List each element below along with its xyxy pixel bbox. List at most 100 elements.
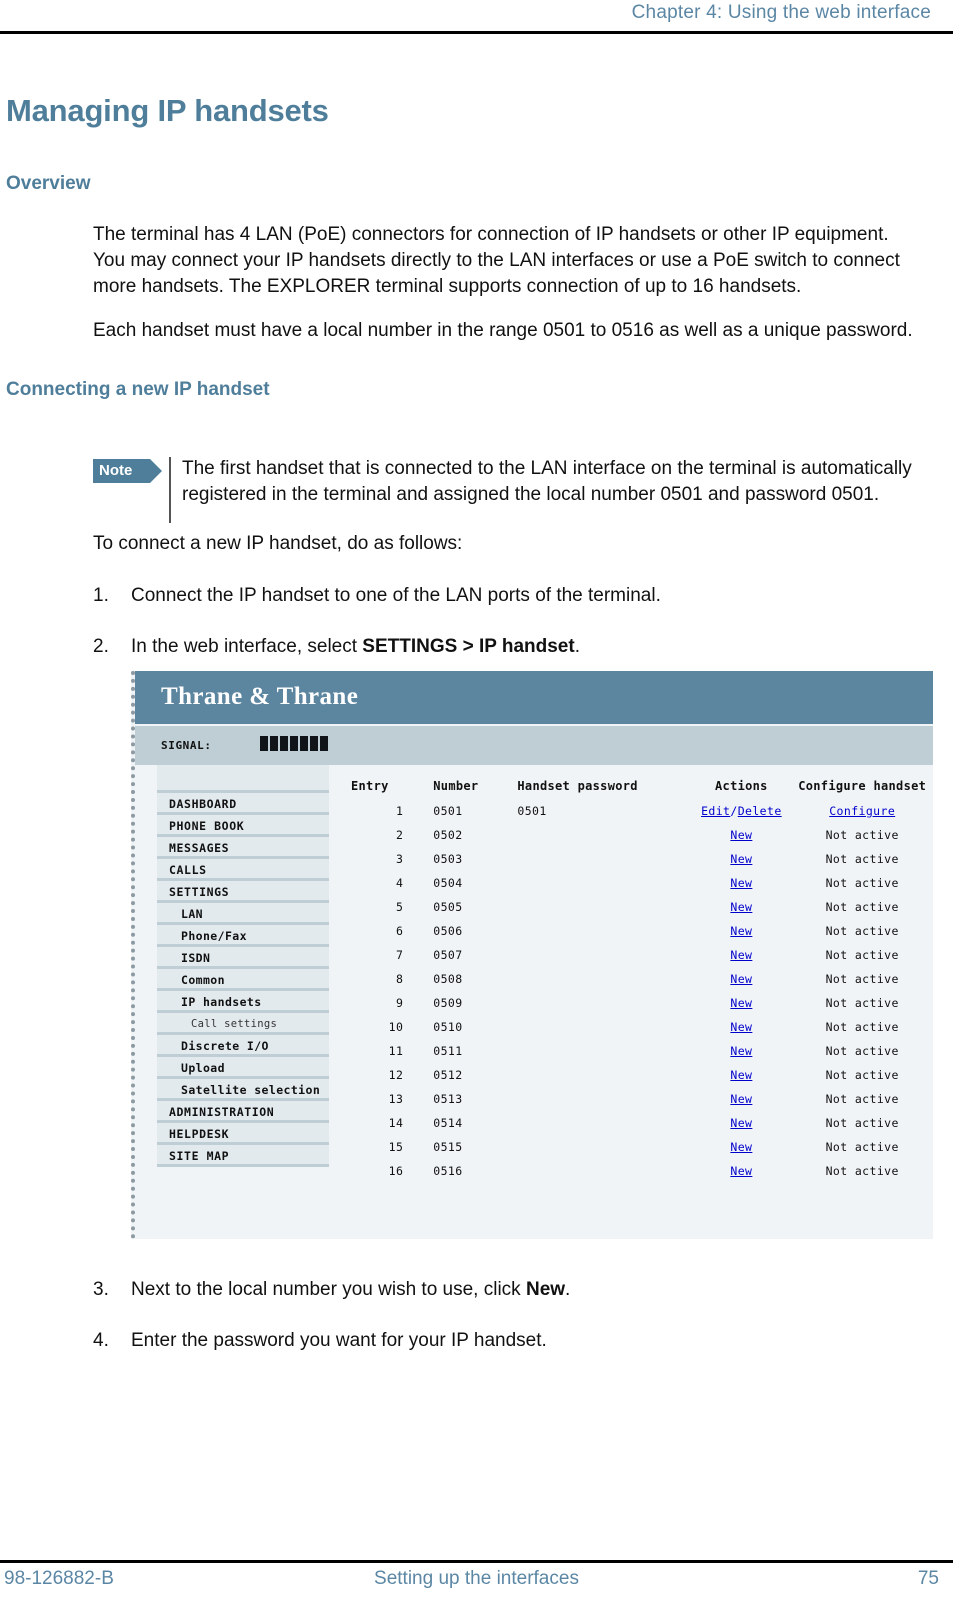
- webui-menu-item-administration[interactable]: ADMINISTRATION: [157, 1101, 329, 1123]
- action-link-new[interactable]: New: [730, 1116, 752, 1130]
- webui-menu-item-helpdesk[interactable]: HELPDESK: [157, 1123, 329, 1145]
- table-header-row: Entry Number Handset password Actions Co…: [347, 765, 927, 799]
- webui-menu-item-settings[interactable]: SETTINGS: [157, 881, 329, 903]
- webui-menu-item-phone-book[interactable]: PHONE BOOK: [157, 815, 329, 837]
- cell-configure-handset: Not active: [797, 1111, 927, 1135]
- cell-configure-handset: Not active: [797, 871, 927, 895]
- cell-entry: 8: [395, 972, 404, 986]
- signal-strength-icon: [260, 736, 328, 751]
- action-link-new[interactable]: New: [730, 876, 752, 890]
- cell-actions: New: [685, 943, 797, 967]
- webui-menu-item-site-map[interactable]: SITE MAP: [157, 1145, 329, 1167]
- cell-number: 0512: [433, 1068, 463, 1082]
- column-header-entry: Entry: [351, 779, 389, 793]
- table-row: 10 0510 New Not active: [347, 1015, 927, 1039]
- cell-actions: New: [685, 823, 797, 847]
- action-link-new[interactable]: New: [730, 1068, 752, 1082]
- action-link-new[interactable]: New: [730, 900, 752, 914]
- cell-actions: Edit/Delete: [685, 799, 797, 823]
- cell-configure-handset: Not active: [797, 1063, 927, 1087]
- webui-menu-item-dashboard[interactable]: DASHBOARD: [157, 793, 329, 815]
- configure-status-text: Not active: [825, 1140, 899, 1154]
- cell-entry: 1: [395, 804, 404, 818]
- action-link-new[interactable]: New: [730, 924, 752, 938]
- cell-handset-password: [517, 823, 685, 847]
- cell-number: 0511: [433, 1044, 463, 1058]
- step-text: In the web interface, select SETTINGS > …: [131, 634, 923, 660]
- configure-status-text: Not active: [825, 900, 899, 914]
- action-link-new[interactable]: New: [730, 1140, 752, 1154]
- column-header-number: Number: [433, 779, 479, 793]
- webui-menu-item-satellite-selection[interactable]: Satellite selection: [157, 1079, 329, 1101]
- cell-actions: New: [685, 871, 797, 895]
- cell-handset-password: [517, 1087, 685, 1111]
- cell-configure-handset: Not active: [797, 1039, 927, 1063]
- configure-link[interactable]: Configure: [829, 804, 895, 818]
- cell-actions: New: [685, 967, 797, 991]
- cell-actions: New: [685, 1039, 797, 1063]
- cell-configure-handset: Not active: [797, 895, 927, 919]
- action-link-new[interactable]: New: [730, 996, 752, 1010]
- cell-number: 0507: [433, 948, 463, 962]
- signal-bar-segment: [310, 736, 318, 751]
- webui-brand-bar: Thrane & Thrane: [135, 671, 933, 724]
- webui-menu-item-lan[interactable]: LAN: [157, 903, 329, 925]
- header-divider: [0, 31, 953, 34]
- webui-menu-item-discrete-i-o[interactable]: Discrete I/O: [157, 1035, 329, 1057]
- webui-menu-item-common[interactable]: Common: [157, 969, 329, 991]
- action-link-delete[interactable]: Delete: [738, 804, 782, 818]
- configure-status-text: Not active: [825, 1116, 899, 1130]
- webui-menu-item-messages[interactable]: MESSAGES: [157, 837, 329, 859]
- signal-bar-segment: [280, 736, 288, 751]
- configure-status-text: Not active: [825, 948, 899, 962]
- section-heading-overview: Overview: [6, 173, 91, 194]
- action-link-new[interactable]: New: [730, 828, 752, 842]
- cell-configure-handset: Not active: [797, 967, 927, 991]
- cell-entry: 6: [395, 924, 404, 938]
- configure-status-text: Not active: [825, 852, 899, 866]
- webui-menu-item-isdn[interactable]: ISDN: [157, 947, 329, 969]
- page-header: Chapter 4: Using the web interface: [0, 0, 953, 34]
- column-header-configure: Configure handset: [798, 779, 927, 793]
- cell-handset-password: [517, 847, 685, 871]
- cell-actions: New: [685, 991, 797, 1015]
- signal-bar-segment: [260, 736, 268, 751]
- paragraph-steps-intro: To connect a new IP handset, do as follo…: [93, 533, 463, 554]
- cell-handset-password: 0501: [517, 804, 547, 818]
- action-link-edit[interactable]: Edit: [701, 804, 730, 818]
- cell-number: 0508: [433, 972, 463, 986]
- step-text: Enter the password you want for your IP …: [131, 1330, 547, 1351]
- signal-bar-segment: [290, 736, 298, 751]
- configure-status-text: Not active: [825, 876, 899, 890]
- cell-configure-handset: Not active: [797, 1135, 927, 1159]
- signal-label: SIGNAL:: [161, 739, 212, 752]
- action-link-new[interactable]: New: [730, 1164, 752, 1178]
- action-link-new[interactable]: New: [730, 1044, 752, 1058]
- webui-menu-item-upload[interactable]: Upload: [157, 1057, 329, 1079]
- note-vertical-rule: [169, 457, 171, 523]
- cell-configure-handset: Not active: [797, 1087, 927, 1111]
- cell-handset-password: [517, 895, 685, 919]
- configure-status-text: Not active: [825, 1020, 899, 1034]
- cell-entry: 5: [395, 900, 404, 914]
- action-link-new[interactable]: New: [730, 948, 752, 962]
- action-link-new[interactable]: New: [730, 972, 752, 986]
- action-link-new[interactable]: New: [730, 1020, 752, 1034]
- cell-number: 0509: [433, 996, 463, 1010]
- cell-entry: 14: [388, 1116, 404, 1130]
- step-item-2: 2. In the web interface, select SETTINGS…: [93, 634, 923, 660]
- webui-menu-item-calls[interactable]: CALLS: [157, 859, 329, 881]
- webui-menu-item-phone-fax[interactable]: Phone/Fax: [157, 925, 329, 947]
- cell-configure-handset: Not active: [797, 943, 927, 967]
- cell-number: 0503: [433, 852, 463, 866]
- cell-entry: 11: [388, 1044, 404, 1058]
- webui-menu-item-call-settings[interactable]: Call settings: [157, 1013, 329, 1035]
- cell-actions: New: [685, 895, 797, 919]
- column-header-actions: Actions: [715, 779, 768, 793]
- webui-menu-item-ip-handsets[interactable]: IP handsets: [157, 991, 329, 1013]
- action-link-new[interactable]: New: [730, 852, 752, 866]
- cell-configure-handset: Not active: [797, 1015, 927, 1039]
- action-link-new[interactable]: New: [730, 1092, 752, 1106]
- step-text: Next to the local number you wish to use…: [131, 1277, 923, 1303]
- table-row: 16 0516 New Not active: [347, 1159, 927, 1183]
